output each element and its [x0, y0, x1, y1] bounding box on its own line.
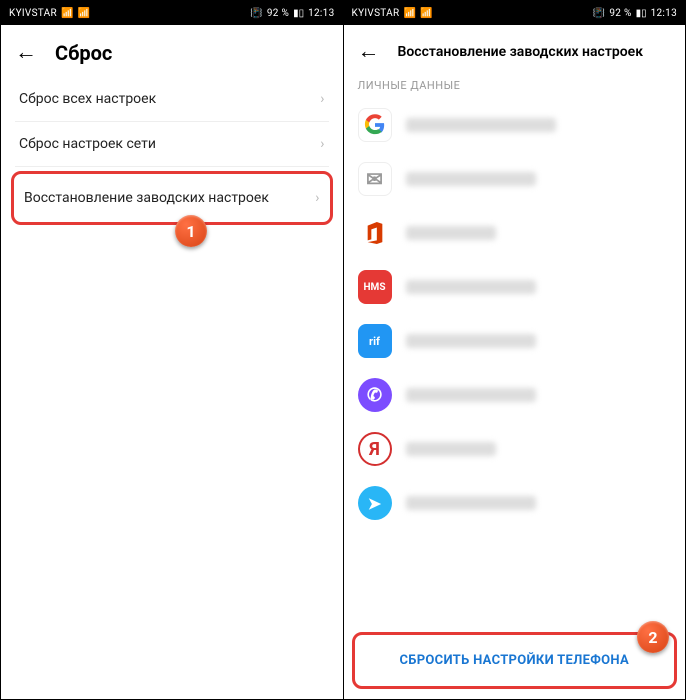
two-screenshot-container: KYIVSTAR 📶 📶 📳 92 % ▮▯ 12:13 ← Сброс Сбр…	[0, 0, 686, 700]
hms-icon: HMS	[358, 270, 392, 304]
mail-icon: ✉	[358, 162, 392, 196]
battery-percent: 92 %	[609, 8, 631, 19]
account-row-viber[interactable]: ✆	[344, 368, 686, 422]
account-row-hms[interactable]: HMS	[344, 260, 686, 314]
accounts-list: ✉ HMS rif ✆ Я	[344, 98, 686, 530]
reset-phone-button[interactable]: СБРОСИТЬ НАСТРОЙКИ ТЕЛЕФОНА	[359, 639, 671, 682]
phone-right: KYIVSTAR 📶 📶 📳 92 % ▮▯ 12:13 ← Восстанов…	[344, 1, 686, 699]
vibrate-icon: 📳	[250, 8, 262, 19]
rif-icon: rif	[358, 324, 392, 358]
blurred-account	[406, 496, 536, 510]
reset-network-item[interactable]: Сброс настроек сети ›	[15, 122, 329, 167]
phone-left: KYIVSTAR 📶 📶 📳 92 % ▮▯ 12:13 ← Сброс Сбр…	[1, 1, 344, 699]
telegram-icon: ➤	[358, 486, 392, 520]
page-title: Восстановление заводских настроек	[398, 44, 644, 60]
chevron-right-icon: ›	[320, 136, 324, 152]
blurred-account	[406, 118, 556, 132]
reset-all-settings-item[interactable]: Сброс всех настроек ›	[15, 77, 329, 122]
step-badge-1: 1	[175, 215, 207, 247]
blurred-account	[406, 388, 536, 402]
wifi-icon: 📶	[420, 8, 432, 19]
office-icon	[358, 216, 392, 250]
account-row-telegram[interactable]: ➤	[344, 476, 686, 530]
clock: 12:13	[308, 8, 334, 19]
blurred-account	[406, 280, 536, 294]
account-row-rif[interactable]: rif	[344, 314, 686, 368]
blurred-account	[406, 226, 496, 240]
item-label: Сброс настроек сети	[19, 136, 156, 152]
wifi-icon: 📶	[77, 8, 89, 19]
back-arrow-icon[interactable]: ←	[358, 41, 380, 63]
battery-percent: 92 %	[267, 8, 289, 19]
signal-icon: 📶	[403, 8, 415, 19]
section-label: ЛИЧНЫЕ ДАННЫЕ	[344, 75, 686, 98]
page-title: Сброс	[55, 41, 112, 65]
reset-options-list: Сброс всех настроек › Сброс настроек сет…	[1, 77, 343, 229]
item-label: Восстановление заводских настроек	[24, 190, 269, 206]
blurred-account	[406, 172, 536, 186]
item-label: Сброс всех настроек	[19, 91, 156, 107]
chevron-right-icon: ›	[320, 91, 324, 107]
viber-icon: ✆	[358, 378, 392, 412]
blurred-account	[406, 442, 496, 456]
header: ← Восстановление заводских настроек	[344, 25, 686, 75]
step-badge-2: 2	[637, 621, 669, 653]
bottom-button-area: СБРОСИТЬ НАСТРОЙКИ ТЕЛЕФОНА	[352, 632, 678, 689]
clock: 12:13	[651, 8, 677, 19]
account-row-office[interactable]	[344, 206, 686, 260]
yandex-icon: Я	[358, 432, 392, 466]
highlight-annotation: Восстановление заводских настроек ›	[11, 171, 333, 225]
status-bar: KYIVSTAR 📶 📶 📳 92 % ▮▯ 12:13	[1, 1, 343, 25]
chevron-right-icon: ›	[315, 190, 319, 206]
carrier-label: KYIVSTAR	[9, 8, 57, 19]
status-bar: KYIVSTAR 📶 📶 📳 92 % ▮▯ 12:13	[344, 1, 686, 25]
carrier-label: KYIVSTAR	[352, 8, 400, 19]
battery-icon: ▮▯	[636, 8, 647, 19]
account-row-mail[interactable]: ✉	[344, 152, 686, 206]
back-arrow-icon[interactable]: ←	[15, 42, 37, 64]
header: ← Сброс	[1, 25, 343, 77]
signal-icon: 📶	[61, 8, 73, 19]
highlight-annotation: СБРОСИТЬ НАСТРОЙКИ ТЕЛЕФОНА	[352, 632, 678, 689]
account-row-google[interactable]	[344, 98, 686, 152]
blurred-account	[406, 334, 536, 348]
vibrate-icon: 📳	[593, 8, 605, 19]
google-icon	[358, 108, 392, 142]
battery-icon: ▮▯	[293, 8, 304, 19]
account-row-yandex[interactable]: Я	[344, 422, 686, 476]
factory-reset-item[interactable]: Восстановление заводских настроек ›	[16, 180, 328, 216]
